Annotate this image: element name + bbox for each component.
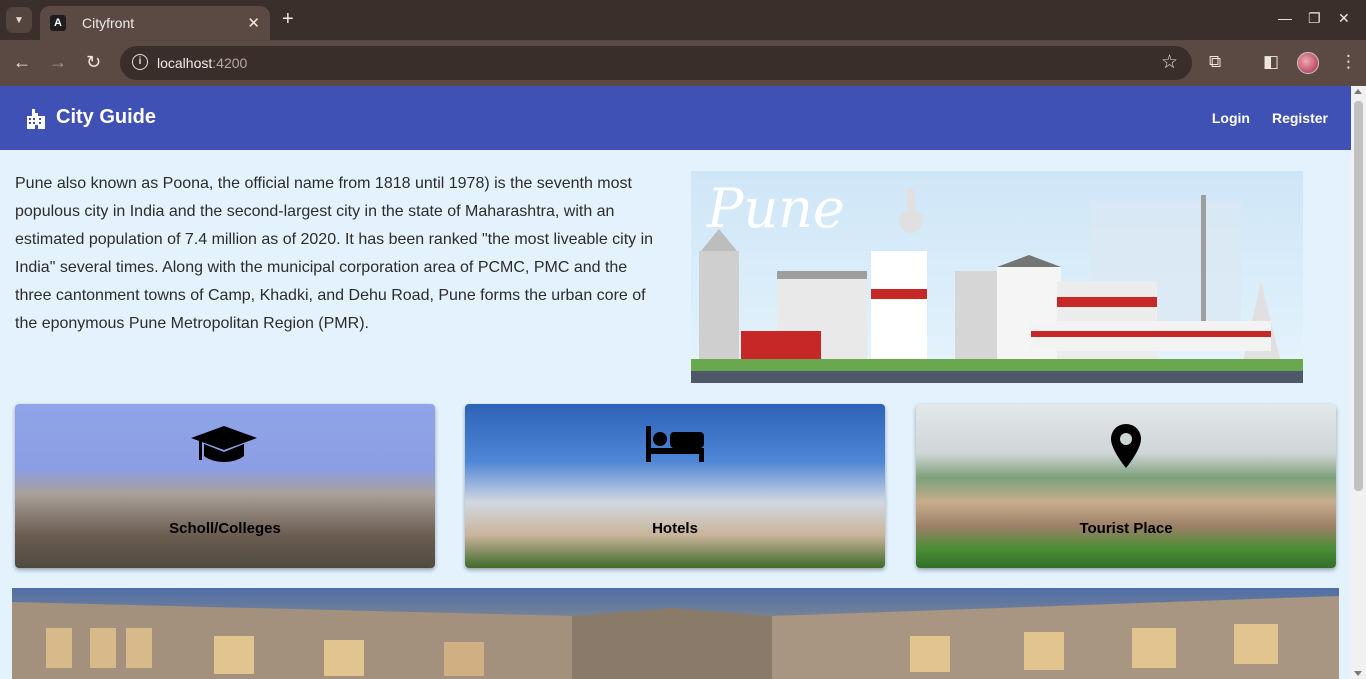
app-toolbar: City Guide Login Register: [0, 86, 1351, 150]
browser-toolbar: ← → ↻ i localhost:4200 ☆ ⧉ ◧ ⋮: [0, 40, 1366, 86]
app-title: City Guide: [56, 106, 157, 128]
scroll-down-icon[interactable]: [1354, 671, 1362, 676]
scroll-up-icon[interactable]: [1354, 89, 1362, 94]
chevron-down-icon: ▼: [14, 14, 24, 26]
profile-avatar[interactable]: [1297, 52, 1319, 74]
register-link[interactable]: Register: [1272, 110, 1328, 126]
card-hotels[interactable]: Hotels: [465, 404, 885, 568]
hotel-hero-image: [12, 588, 1339, 679]
card-schools-colleges[interactable]: Scholl/Colleges: [15, 404, 435, 568]
new-tab-icon[interactable]: +: [282, 9, 294, 29]
minimize-icon[interactable]: —: [1278, 10, 1292, 26]
side-panel-icon[interactable]: ◧: [1263, 52, 1279, 72]
login-link[interactable]: Login: [1212, 110, 1250, 126]
map-pin-icon: [1111, 424, 1141, 468]
auth-nav: Login Register: [1190, 110, 1328, 126]
menu-dots-icon[interactable]: ⋮: [1340, 52, 1357, 72]
reload-icon[interactable]: ↻: [86, 52, 101, 72]
close-tab-icon[interactable]: ✕: [247, 14, 260, 32]
bookmark-star-icon[interactable]: ☆: [1161, 51, 1178, 74]
page-viewport: City Guide Login Register Pune also know…: [0, 86, 1351, 679]
skyline-illustration: [691, 189, 1303, 383]
card-label: Hotels: [652, 520, 698, 537]
close-window-icon[interactable]: ✕: [1338, 10, 1350, 27]
card-tourist-place[interactable]: Tourist Place: [916, 404, 1336, 568]
page-scrollbar[interactable]: [1351, 86, 1366, 679]
tab-search-button[interactable]: ▼: [6, 7, 32, 33]
graduation-cap-icon: [191, 426, 257, 462]
scroll-thumb[interactable]: [1354, 101, 1363, 491]
forward-icon[interactable]: →: [49, 52, 67, 72]
bed-icon: [646, 426, 704, 462]
restore-icon[interactable]: ❐: [1308, 10, 1321, 27]
hotel-building-illustration: [12, 596, 1339, 679]
back-icon[interactable]: ←: [13, 52, 31, 72]
extensions-icon[interactable]: ⧉: [1209, 52, 1221, 72]
site-info-icon[interactable]: i: [132, 54, 148, 70]
tab-title: Cityfront: [82, 15, 135, 31]
url-text: localhost:4200: [157, 55, 248, 71]
card-label: Scholl/Colleges: [169, 520, 281, 537]
angular-favicon-icon: A: [50, 15, 66, 31]
pune-skyline-banner: Pune: [691, 171, 1303, 383]
brand[interactable]: City Guide: [26, 106, 156, 129]
browser-tab[interactable]: A Cityfront ✕: [40, 6, 270, 40]
address-bar[interactable]: i localhost:4200 ☆: [120, 46, 1192, 80]
card-label: Tourist Place: [1079, 520, 1173, 537]
city-description: Pune also known as Poona, the official n…: [15, 175, 654, 332]
city-icon: [27, 108, 45, 129]
browser-tab-bar: ▼ A Cityfront ✕ + — ❐ ✕: [0, 0, 1366, 40]
